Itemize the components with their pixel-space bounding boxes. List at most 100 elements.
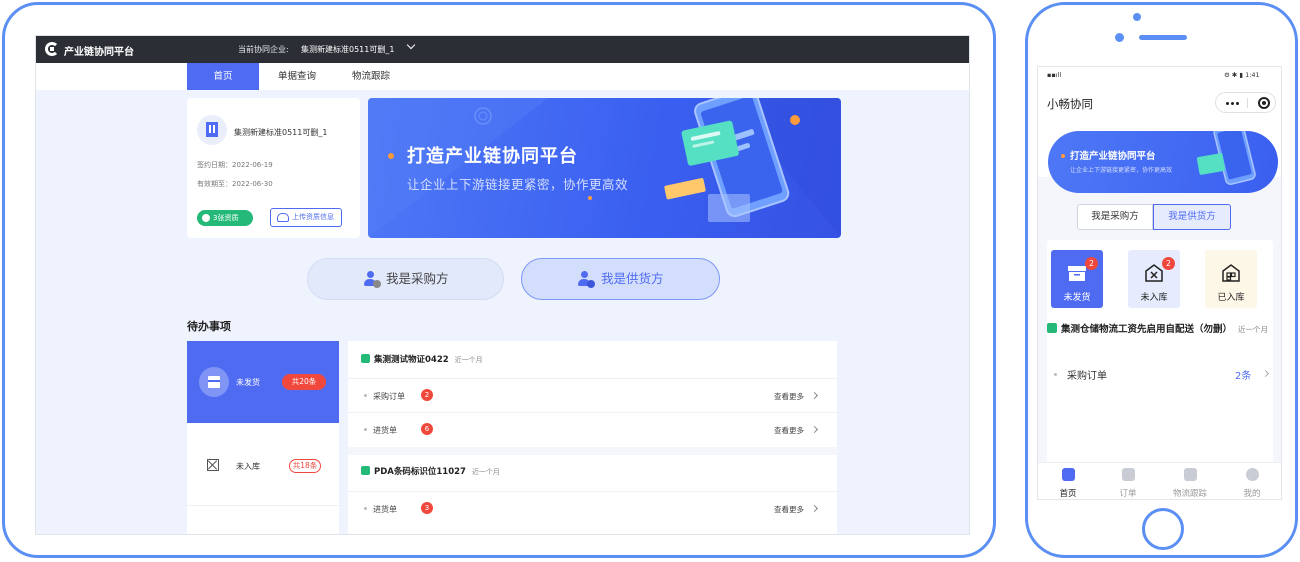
- upload-certificate-button[interactable]: 上传资质信息: [270, 208, 342, 227]
- supplier-role-button[interactable]: 我是供货方: [521, 258, 720, 300]
- buyer-role-label: 我是采购方: [386, 271, 449, 286]
- todo-row[interactable]: 采购订单 2 查看更多: [348, 378, 837, 412]
- row-count-badge: 6: [421, 423, 433, 435]
- warehouse-title: 集测仓储物流工资先启用自配送（勿删） 近一个月: [1047, 322, 1273, 337]
- view-more-link[interactable]: 查看更多: [774, 504, 804, 515]
- user-badge-icon: [587, 280, 595, 288]
- buyer-role-button[interactable]: 我是采购方: [307, 258, 504, 300]
- speaker-icon: [1139, 35, 1187, 40]
- web-app-screen: 产业链协同平台 当前协同企业: 集测新建标准0511可删_1 首页 单据查询 物…: [35, 35, 970, 535]
- main-nav: 首页 单据查询 物流跟踪: [36, 63, 969, 90]
- company-card: 集测新建标准0511可删_1 签约日期：2022-06-19 有效期至：2022…: [187, 98, 360, 238]
- signal-icon: ▪▪ıll: [1047, 71, 1062, 79]
- warehouse-icon: [1221, 264, 1241, 282]
- status-time: 1:41: [1245, 71, 1260, 79]
- cross-box-icon: [207, 459, 219, 471]
- category-label: 未入库: [236, 462, 260, 471]
- tile-received[interactable]: 已入库: [1205, 250, 1257, 308]
- banner-title: 打造产业链协同平台: [1070, 151, 1156, 162]
- row-label: 采购订单: [373, 392, 405, 401]
- group-period-tag: 近一个月: [454, 356, 483, 364]
- chevron-right-icon[interactable]: [810, 425, 819, 434]
- expire-date: 有效期至：2022-06-30: [197, 180, 273, 188]
- todo-row[interactable]: 进货单 3 查看更多: [348, 491, 837, 525]
- tab-label: 我的: [1243, 489, 1261, 499]
- certificate-badge[interactable]: 3张资质: [197, 210, 253, 226]
- chevron-down-icon[interactable]: [406, 40, 416, 50]
- enterprise-label: 当前协同企业:: [238, 45, 289, 54]
- tablet-frame: 产业链协同平台 当前协同企业: 集测新建标准0511可删_1 首页 单据查询 物…: [2, 2, 996, 558]
- close-target-icon[interactable]: [1258, 97, 1270, 109]
- banner-subtitle: 让企业上下游链接更紧密，协作更高效: [1070, 167, 1173, 174]
- tab-logistics-tracking[interactable]: 物流跟踪: [335, 63, 407, 90]
- banner-title: 打造产业链协同平台: [407, 146, 578, 167]
- tile-not-shipped[interactable]: 2 未发货: [1051, 250, 1103, 308]
- home-button[interactable]: [1142, 508, 1184, 550]
- building-icon: [197, 115, 227, 145]
- company-name: 集测新建标准0511可删_1: [234, 128, 328, 137]
- tab-home[interactable]: 首页: [187, 63, 259, 90]
- chevron-right-icon[interactable]: [810, 391, 819, 400]
- mini-program-screen: ▪▪ıll ⚙ ✱ ▮ 1:41 小畅协同 打造产业链协同平台 让企业上下游链接…: [1037, 66, 1282, 500]
- mini-program-title: 小畅协同: [1047, 97, 1093, 111]
- tab-label: 订单: [1119, 489, 1137, 499]
- order-icon: [1122, 468, 1135, 481]
- row-count-badge: 2: [421, 389, 433, 401]
- tile-label: 未发货: [1063, 293, 1091, 303]
- tile-label: 已入库: [1217, 293, 1245, 303]
- status-time-row: ⚙ ✱ ▮ 1:41: [1224, 71, 1260, 79]
- banner-illustration: [368, 98, 841, 238]
- more-icon[interactable]: [1226, 102, 1229, 105]
- group-title: PDA条码标识位11027 近一个月: [361, 465, 500, 477]
- capsule-menu: [1215, 92, 1276, 113]
- period-tag: 近一个月: [1238, 325, 1269, 334]
- group-title-text: PDA条码标识位11027: [374, 467, 466, 477]
- view-more-link[interactable]: 查看更多: [774, 425, 804, 436]
- bullet-icon: [364, 394, 367, 397]
- tab-mine[interactable]: 我的: [1222, 463, 1281, 499]
- tab-orders[interactable]: 订单: [1098, 463, 1158, 499]
- bullet-icon: [1054, 373, 1057, 376]
- top-bar: 产业链协同平台 当前协同企业: 集测新建标准0511可删_1: [36, 36, 969, 63]
- truck-icon: [1184, 468, 1197, 481]
- todo-detail-list: 集测测试物证0422 近一个月 采购订单 2 查看更多 进货单 6 查看更多 PD…: [348, 341, 837, 534]
- promo-banner: 打造产业链协同平台 让企业上下游链接更紧密，协作更高效: [1048, 131, 1278, 193]
- category-label: 未发货: [236, 378, 260, 387]
- count-badge: 2: [1085, 257, 1098, 270]
- bullet-icon: [364, 428, 367, 431]
- tab-label: 首页: [1059, 489, 1077, 499]
- camera-icon: [1133, 13, 1141, 21]
- todo-category-list: 未发货 共20条 未入库 共18条: [187, 341, 339, 534]
- sensor-icon: [1115, 33, 1124, 42]
- user-icon: [1246, 468, 1259, 481]
- enterprise-select[interactable]: 集测新建标准0511可删_1: [301, 44, 394, 55]
- group-divider: [348, 447, 837, 455]
- divider: [187, 505, 339, 506]
- order-row-count: 2条: [1235, 371, 1252, 382]
- chart-icon: [1047, 323, 1057, 333]
- tab-document-query[interactable]: 单据查询: [261, 63, 333, 90]
- tile-not-received[interactable]: 2 未入库: [1128, 250, 1180, 308]
- row-count-badge: 3: [421, 502, 433, 514]
- warehouse-title-text: 集测仓储物流工资先启用自配送（勿删）: [1061, 324, 1233, 335]
- category-not-shipped[interactable]: 未发货 共20条: [187, 341, 339, 423]
- logo-icon: [45, 42, 59, 56]
- row-label: 进货单: [373, 426, 397, 435]
- banner-illustration: [1061, 131, 1256, 185]
- category-count-badge: 共18条: [289, 459, 321, 473]
- tab-home[interactable]: 首页: [1038, 463, 1098, 499]
- view-more-link[interactable]: 查看更多: [774, 391, 804, 402]
- tile-label: 未入库: [1140, 293, 1168, 303]
- category-not-received[interactable]: 未入库 共18条: [187, 423, 339, 505]
- todo-row[interactable]: 进货单 6 查看更多: [348, 412, 837, 446]
- count-badge: 2: [1162, 257, 1175, 270]
- tab-logistics[interactable]: 物流跟踪: [1160, 463, 1220, 499]
- bullet-icon: [364, 507, 367, 510]
- chevron-right-icon[interactable]: [1261, 369, 1270, 378]
- segment-buyer[interactable]: 我是采购方: [1077, 204, 1153, 230]
- segment-supplier[interactable]: 我是供货方: [1153, 204, 1231, 230]
- order-row[interactable]: 采购订单 2条: [1047, 362, 1273, 386]
- cross-house-icon: [1144, 264, 1164, 282]
- supplier-role-label: 我是供货方: [601, 271, 664, 286]
- chevron-right-icon[interactable]: [810, 504, 819, 513]
